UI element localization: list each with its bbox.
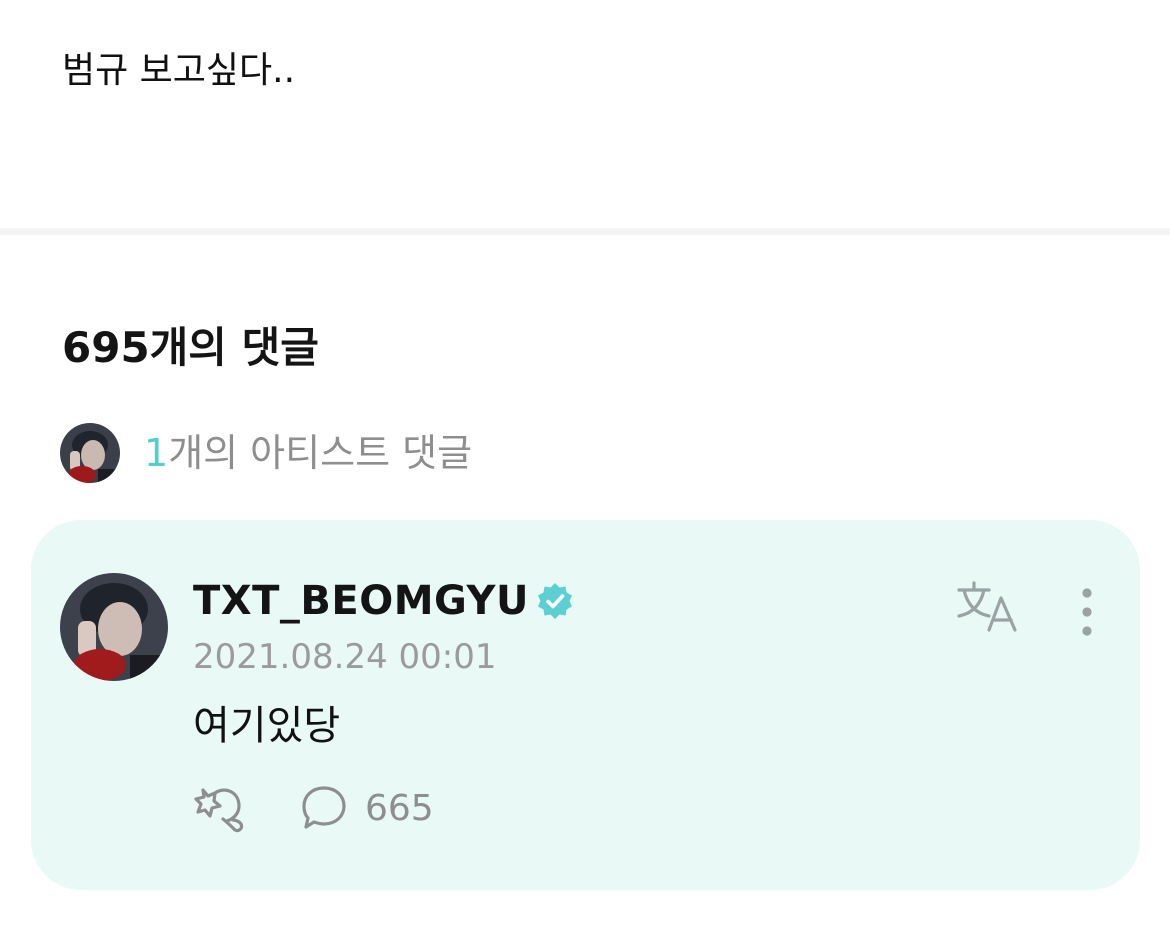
comment-text: 여기있당 <box>193 703 341 749</box>
verified-badge-icon <box>537 583 572 619</box>
more-vertical-icon[interactable] <box>1071 584 1103 640</box>
reply-count: 665 <box>365 787 434 829</box>
comment-timestamp: 2021.08.24 00:01 <box>193 637 497 677</box>
artist-comments-label: 1개의 아티스트 댓글 <box>144 431 473 475</box>
comment-actions: 665 <box>193 782 434 834</box>
author-name[interactable]: TXT_BEOMGYU <box>193 578 529 624</box>
reply-button[interactable]: 665 <box>299 783 434 833</box>
section-divider <box>0 228 1170 235</box>
comment-count-heading: 695개의 댓글 <box>62 323 319 372</box>
comment-bubble-icon <box>302 786 346 829</box>
artist-comment-card: TXT_BEOMGYU 2021.08.24 00:01 여기있당 665 <box>31 520 1140 890</box>
translate-icon[interactable] <box>955 580 1021 636</box>
author-avatar[interactable] <box>60 573 168 681</box>
cheer-icon[interactable] <box>193 782 249 834</box>
artist-avatar-small <box>60 423 120 483</box>
author-row: TXT_BEOMGYU <box>193 572 575 630</box>
artist-comments-summary[interactable]: 1개의 아티스트 댓글 <box>60 422 472 484</box>
post-text: 범규 보고싶다.. <box>62 50 296 91</box>
